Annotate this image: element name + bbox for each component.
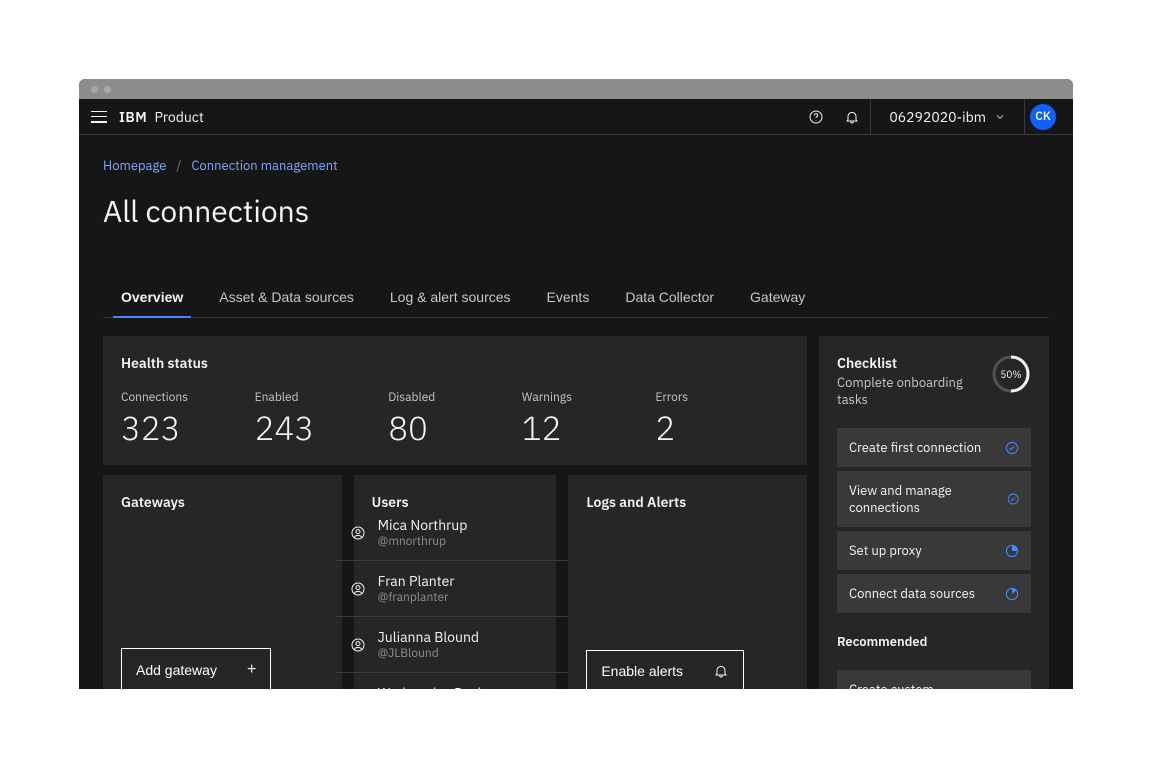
user-icon: [350, 637, 366, 653]
tab-log-alert-sources[interactable]: Log & alert sources: [372, 279, 529, 317]
progress-percent: 50%: [991, 354, 1031, 394]
checklist-item[interactable]: Set up proxy: [837, 531, 1031, 570]
tab-gateway[interactable]: Gateway: [732, 279, 823, 317]
enable-alerts-button[interactable]: Enable alerts: [586, 650, 744, 689]
checklist-item[interactable]: View and manage connections: [837, 471, 1031, 527]
menu-icon[interactable]: [91, 109, 107, 125]
user-row[interactable]: Mica Northrup @mnorthrup: [336, 505, 575, 560]
org-name: 06292020-ibm: [889, 108, 986, 126]
metric-enabled: Enabled 243: [255, 390, 389, 447]
metric-disabled: Disabled 80: [388, 390, 522, 447]
metric-warnings: Warnings 12: [522, 390, 656, 447]
window-dot[interactable]: [104, 86, 111, 93]
metric-errors: Errors 2: [655, 390, 789, 447]
chevron-down-icon: [994, 111, 1006, 123]
user-row[interactable]: Fran Planter @franplanter: [336, 560, 575, 616]
add-gateway-button[interactable]: Add gateway +: [121, 648, 271, 689]
tab-asset-data-sources[interactable]: Asset & Data sources: [201, 279, 372, 317]
breadcrumb-link[interactable]: Homepage: [103, 157, 166, 174]
page-title: All connections: [103, 192, 1049, 231]
checklist-item[interactable]: Create first connection: [837, 428, 1031, 467]
brand: IBM Product: [119, 108, 204, 126]
tab-overview[interactable]: Overview: [103, 279, 201, 317]
progress-icon: [1005, 544, 1019, 558]
app-header: IBM Product 06292020-ibm CK: [79, 99, 1073, 135]
user-icon: [350, 525, 366, 541]
brand-logo: IBM: [119, 108, 147, 126]
card-title: Health status: [121, 354, 789, 372]
breadcrumb-link[interactable]: Connection management: [191, 157, 337, 174]
notifications-icon[interactable]: [834, 99, 870, 135]
check-circle-icon: [1007, 492, 1019, 506]
user-icon: [350, 581, 366, 597]
breadcrumb: Homepage / Connection management: [103, 135, 1049, 174]
bell-icon: [713, 663, 729, 679]
tab-data-collector[interactable]: Data Collector: [607, 279, 732, 317]
card-title: Checklist: [837, 354, 991, 372]
plus-icon: +: [247, 661, 256, 679]
user-row[interactable]: Julianna Blound @JLBlound: [336, 616, 575, 672]
window-dot[interactable]: [91, 86, 98, 93]
health-status-card: Health status Connections 323 Enabled 24…: [103, 336, 807, 465]
checklist-item[interactable]: Connect data sources: [837, 574, 1031, 613]
checklist-item[interactable]: Create custom connections: [837, 670, 1031, 689]
user-row[interactable]: Wednesday Davis @wdavis: [336, 672, 575, 689]
checklist-card: Checklist Complete onboarding tasks 50%: [819, 336, 1049, 689]
tab-events[interactable]: Events: [529, 279, 608, 317]
user-avatar[interactable]: CK: [1030, 104, 1056, 130]
app-window: IBM Product 06292020-ibm CK Homepage /: [79, 79, 1073, 689]
card-title: Logs and Alerts: [586, 493, 789, 511]
users-card: Users Mica Northrup @mnorthrup: [354, 475, 557, 689]
check-circle-icon: [1005, 441, 1019, 455]
brand-product: Product: [154, 108, 203, 126]
window-chrome: [79, 79, 1073, 99]
help-icon[interactable]: [798, 99, 834, 135]
checklist-subtitle: Complete onboarding tasks: [837, 374, 991, 408]
recommended-label: Recommended: [837, 633, 1031, 650]
gateways-card: Gateways Add gateway +: [103, 475, 342, 689]
progress-ring: 50%: [991, 354, 1031, 394]
progress-icon: [1005, 587, 1019, 601]
metric-connections: Connections 323: [121, 390, 255, 447]
logs-alerts-card: Logs and Alerts Enable alerts: [568, 475, 807, 689]
breadcrumb-separator: /: [176, 157, 181, 174]
card-title: Gateways: [121, 493, 324, 511]
tab-list: Overview Asset & Data sources Log & aler…: [103, 279, 1049, 318]
org-switcher[interactable]: 06292020-ibm: [871, 108, 1024, 126]
